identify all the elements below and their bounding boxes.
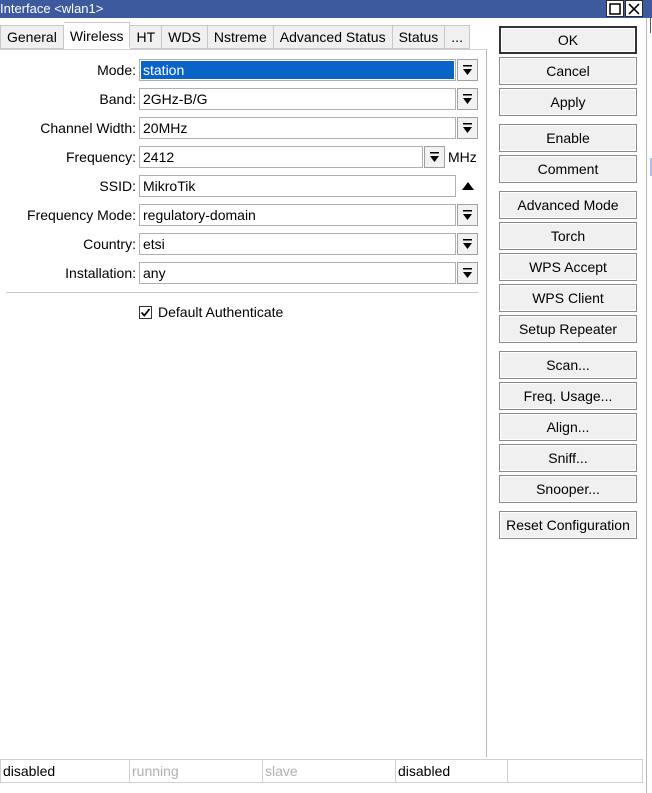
reset-configuration-button[interactable]: Reset Configuration [499, 511, 637, 539]
setup-repeater-button[interactable]: Setup Repeater [499, 315, 637, 343]
freq-usage-button[interactable]: Freq. Usage... [499, 382, 637, 410]
ssid-label: SSID: [99, 178, 136, 194]
mode-select[interactable]: station [139, 59, 456, 81]
ok-button[interactable]: OK [499, 26, 637, 54]
maximize-icon [609, 2, 621, 15]
mode-value: station [141, 61, 454, 79]
band-select[interactable]: 2GHz-B/G [139, 88, 456, 110]
status-extra [508, 759, 643, 783]
tab-general[interactable]: General [0, 25, 64, 49]
installation-row: Installation: [0, 262, 136, 284]
comment-button[interactable]: Comment [499, 155, 637, 183]
country-select[interactable]: etsi [139, 233, 456, 255]
mode-dropdown-button[interactable] [457, 59, 478, 81]
tab-wireless[interactable]: Wireless [63, 22, 131, 48]
channel-width-row: Channel Width: [0, 117, 136, 139]
installation-select[interactable]: any [139, 262, 456, 284]
wps-accept-button[interactable]: WPS Accept [499, 253, 637, 281]
frequency-unit: MHz [448, 149, 477, 165]
separator [6, 292, 478, 293]
close-icon [628, 2, 640, 15]
frequency-mode-dropdown-button[interactable] [457, 204, 478, 226]
apply-button[interactable]: Apply [499, 88, 637, 116]
dropdown-arrow-icon [463, 94, 472, 104]
dropdown-arrow-icon [463, 268, 472, 278]
default-authenticate-label: Default Authenticate [158, 304, 284, 320]
country-label: Country: [83, 236, 136, 252]
frequency-select[interactable]: 2412 [139, 146, 423, 168]
wps-client-button[interactable]: WPS Client [499, 284, 637, 312]
tab-more[interactable]: ... [445, 25, 470, 49]
triangle-up-icon [462, 182, 474, 190]
enable-button[interactable]: Enable [499, 124, 637, 152]
tab-nstreme[interactable]: Nstreme [207, 25, 274, 49]
dropdown-arrow-icon [463, 123, 472, 133]
torch-button[interactable]: Torch [499, 222, 637, 250]
tab-status[interactable]: Status [392, 25, 446, 49]
tab-ht[interactable]: HT [130, 25, 163, 49]
tab-wds[interactable]: WDS [162, 25, 208, 49]
frequency-mode-select[interactable]: regulatory-domain [139, 204, 456, 226]
title-bar: Interface <wlan1> [0, 0, 652, 18]
frequency-dropdown-button[interactable] [424, 146, 445, 168]
status-running: running [130, 759, 263, 783]
ssid-input[interactable]: MikroTik [139, 175, 456, 197]
dropdown-arrow-icon [463, 65, 472, 75]
frequency-label: Frequency: [65, 149, 136, 165]
default-authenticate-checkbox[interactable] [139, 305, 152, 319]
dropdown-arrow-icon [463, 239, 472, 249]
status-slave: slave [263, 759, 396, 783]
mode-label: Mode: [97, 62, 136, 78]
frequency-row: Frequency: [0, 146, 136, 168]
snooper-button[interactable]: Snooper... [499, 475, 637, 503]
default-authenticate-row[interactable]: Default Authenticate [139, 304, 283, 320]
status-link: disabled [396, 759, 508, 783]
window-title: Interface <wlan1> [0, 1, 104, 16]
channel-width-label: Channel Width: [40, 120, 136, 136]
align-button[interactable]: Align... [499, 413, 637, 441]
maximize-button[interactable] [606, 0, 624, 17]
mode-row: Mode: [0, 59, 136, 81]
cancel-button[interactable]: Cancel [499, 57, 637, 85]
close-button[interactable] [625, 0, 643, 17]
channel-width-dropdown-button[interactable] [457, 117, 478, 139]
status-enabled: disabled [0, 759, 130, 783]
tab-bar: General Wireless HT WDS Nstreme Advanced… [0, 22, 470, 49]
checkmark-icon [140, 307, 151, 317]
channel-width-select[interactable]: 20MHz [139, 117, 456, 139]
installation-dropdown-button[interactable] [457, 262, 478, 284]
scan-button[interactable]: Scan... [499, 351, 637, 379]
dropdown-arrow-icon [463, 210, 472, 220]
advanced-mode-button[interactable]: Advanced Mode [499, 191, 637, 219]
country-dropdown-button[interactable] [457, 233, 478, 255]
ssid-row: SSID: [0, 175, 136, 197]
tab-advanced-status[interactable]: Advanced Status [273, 25, 393, 49]
sniff-button[interactable]: Sniff... [499, 444, 637, 472]
band-label: Band: [99, 91, 136, 107]
frequency-mode-row: Frequency Mode: [0, 204, 136, 226]
dropdown-arrow-icon [430, 152, 439, 162]
installation-label: Installation: [65, 265, 136, 281]
background-window-edge [646, 18, 652, 793]
interface-window: General Wireless HT WDS Nstreme Advanced… [0, 18, 647, 788]
country-row: Country: [0, 233, 136, 255]
ssid-collapse-button[interactable] [459, 180, 477, 192]
status-bar: disabled running slave disabled [0, 759, 645, 783]
band-dropdown-button[interactable] [457, 88, 478, 110]
band-row: Band: [0, 88, 136, 110]
frequency-mode-label: Frequency Mode: [27, 207, 136, 223]
